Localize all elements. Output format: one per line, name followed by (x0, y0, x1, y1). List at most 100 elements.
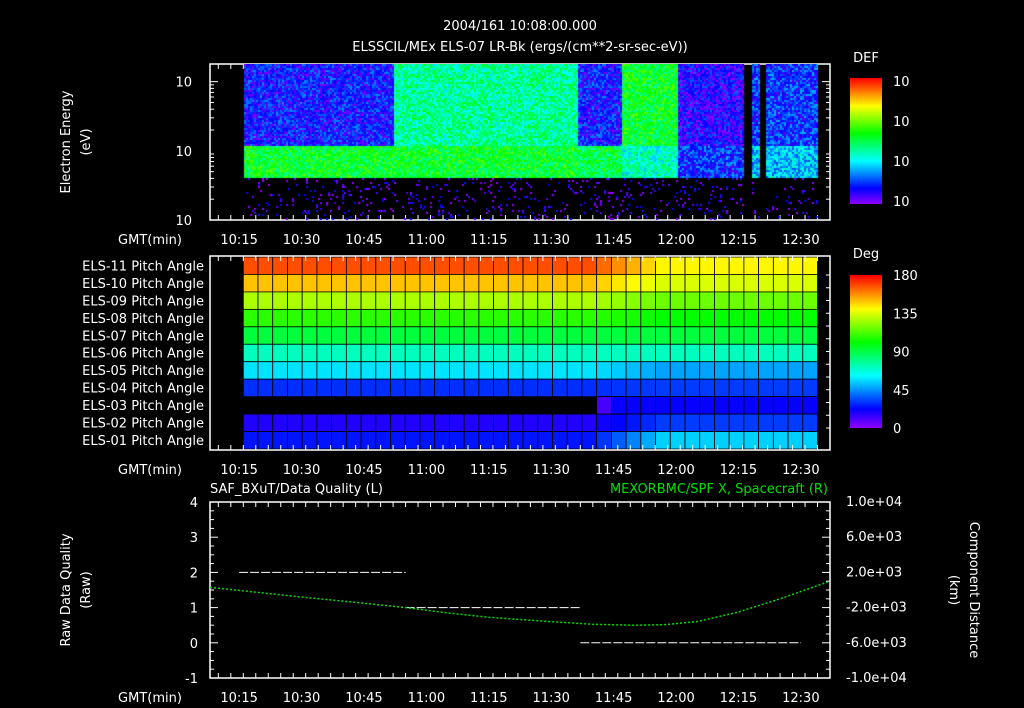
pitch-cell (537, 274, 553, 293)
pitch-cell (581, 378, 598, 398)
pitch-cell (655, 274, 671, 293)
pitch-cell (316, 256, 333, 275)
pitch-cell (449, 274, 465, 293)
pitch-cell (640, 326, 656, 345)
quality-time-tick-label: 11:30 (532, 691, 569, 706)
quality-time-tick-label: 12:15 (720, 691, 757, 706)
spectrogram-time-tick-label: 12:30 (782, 233, 819, 248)
pitch-cell (345, 361, 362, 380)
pitch-cell (758, 431, 774, 450)
pitch-cell (581, 326, 598, 345)
pitch-cell (301, 291, 318, 310)
pitch-cell (802, 274, 818, 293)
deg-colorbar-title: Deg (853, 247, 879, 262)
pitch-cell (669, 256, 686, 275)
def-colorbar (850, 78, 882, 204)
pitch-cell (316, 431, 333, 450)
spectrogram-time-tick-label: 11:15 (470, 233, 507, 248)
pitch-cell (655, 378, 671, 398)
pitch-cell (714, 291, 730, 310)
pitch-cell (316, 291, 333, 310)
pitch-cell (787, 413, 804, 432)
pitch-cell (493, 361, 509, 380)
pitch-cell (345, 431, 362, 450)
pitch-cell (301, 326, 318, 345)
pitch-cell (802, 308, 818, 328)
pitch-cell (537, 326, 553, 345)
deg-colorbar-label: 180 (893, 269, 918, 284)
pitch-cell (743, 256, 760, 275)
pitch-cell (566, 274, 583, 293)
pitch-cell (772, 396, 789, 415)
pitch-cell (596, 308, 612, 328)
pitch-row-label: ELS-05 Pitch Angle (82, 364, 204, 379)
pitch-cell (390, 308, 406, 328)
pitch-cell (802, 361, 818, 380)
pitch-cell (257, 291, 274, 310)
pitch-cell (684, 396, 701, 415)
pitch-cell (596, 431, 612, 450)
def-colorbar-title: DEF (853, 51, 879, 66)
pitch-cell (478, 274, 494, 293)
pitch-time-tick-label: 12:30 (782, 463, 819, 478)
pitch-cell (345, 308, 362, 328)
pitch-cell (772, 361, 789, 380)
pitch-cell (699, 431, 715, 450)
pitch-cell (242, 343, 259, 363)
pitch-cell (375, 274, 391, 293)
quality-axis-unit: (Raw) (79, 571, 94, 609)
pitch-cell (743, 378, 760, 398)
pitch-cell (625, 361, 642, 380)
pitch-cell (345, 291, 362, 310)
pitch-cell (360, 413, 377, 432)
pitch-cell (552, 343, 568, 363)
pitch-cell (743, 431, 760, 450)
pitch-cell (772, 256, 789, 275)
pitch-cell (242, 326, 259, 345)
pitch-cell (360, 291, 377, 310)
pitch-cell (758, 396, 774, 415)
pitch-cell (493, 291, 509, 310)
quality-time-tick-label: 11:15 (470, 691, 507, 706)
pitch-cell (242, 291, 259, 310)
def-colorbar-label: 10 (893, 75, 910, 90)
pitch-cell (743, 361, 760, 380)
energy-tick-label: 10 (175, 76, 192, 91)
pitch-cell (390, 291, 406, 310)
pitch-cell (684, 378, 701, 398)
pitch-cell (566, 343, 583, 363)
pitch-cell (728, 308, 745, 328)
pitch-cell (787, 361, 804, 380)
pitch-cell (787, 274, 804, 293)
pitch-cell (404, 291, 421, 310)
pitch-cell (272, 361, 288, 380)
pitch-cell (257, 361, 274, 380)
energy-tick-label: 10 (175, 145, 192, 160)
pitch-cell (331, 378, 347, 398)
pitch-cell (772, 343, 789, 363)
def-colorbar-label: 10 (893, 155, 910, 170)
pitch-cell (287, 308, 303, 328)
pitch-cell (728, 413, 745, 432)
pitch-cell (728, 378, 745, 398)
pitch-cell (728, 256, 745, 275)
pitch-cell (772, 378, 789, 398)
pitch-cell (375, 326, 391, 345)
pitch-cell (434, 308, 450, 328)
pitch-cell (242, 378, 259, 398)
pitch-cell (728, 343, 745, 363)
pitch-cell (699, 291, 715, 310)
pitch-cell (640, 343, 656, 363)
pitch-cell (552, 291, 568, 310)
pitch-cell (287, 326, 303, 345)
pitch-cell (316, 274, 333, 293)
pitch-cell (537, 361, 553, 380)
quality-time-tick-label: 10:30 (283, 691, 320, 706)
pitch-cell (507, 361, 524, 380)
pitch-cell (714, 431, 730, 450)
pitch-cell (787, 431, 804, 450)
quality-tick-label: 3 (190, 531, 198, 546)
pitch-cell (758, 343, 774, 363)
pitch-cell (669, 308, 686, 328)
pitch-cell (375, 431, 391, 450)
